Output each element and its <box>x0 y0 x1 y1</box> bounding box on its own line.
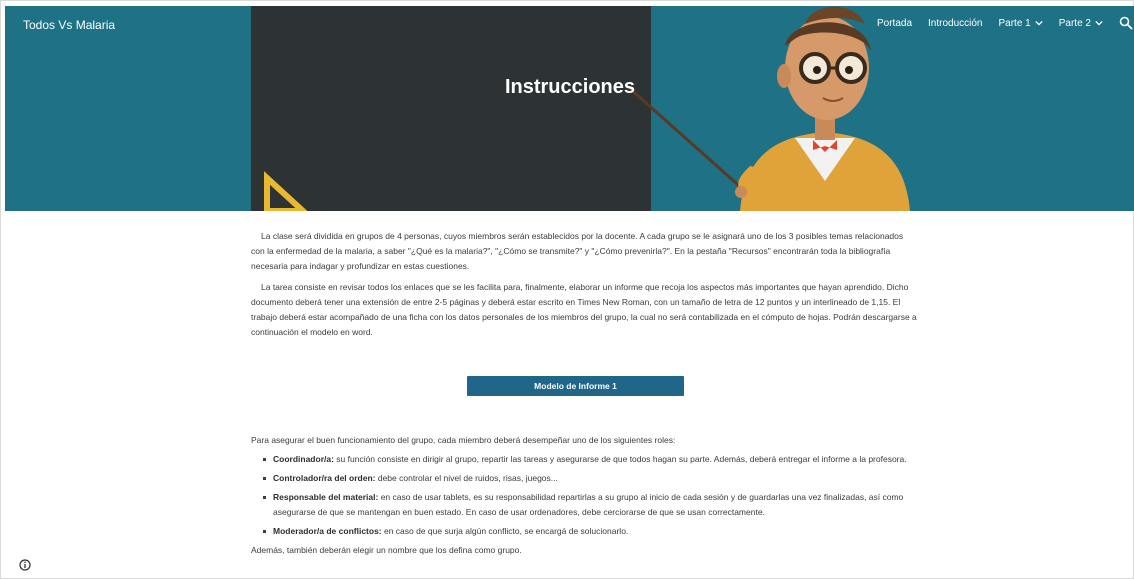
search-icon[interactable] <box>1119 16 1133 30</box>
nav-item-parte-2[interactable]: Parte 2 <box>1059 18 1103 29</box>
list-item: Coordinador/a: su función consiste en di… <box>261 452 921 467</box>
roles-section: Para asegurar el buen funcionamiento del… <box>251 433 921 558</box>
nav-item-portada[interactable]: Portada <box>877 18 912 29</box>
top-nav: Portada Introducción Parte 1 Parte 2 <box>877 16 1134 30</box>
chevron-down-icon <box>1035 20 1043 26</box>
nav-item-parte-1[interactable]: Parte 1 <box>999 18 1043 29</box>
nav-item-introduccion[interactable]: Introducción <box>928 18 982 29</box>
paragraph-1: La clase será dividida en grupos de 4 pe… <box>251 231 904 271</box>
download-report-model-button[interactable]: Modelo de Informe 1 <box>467 376 684 396</box>
instructions-text: La clase será dividida en grupos de 4 pe… <box>251 229 919 346</box>
site-title[interactable]: Todos Vs Malaria <box>23 18 115 32</box>
list-item: Controlador/ra del orden: debe controlar… <box>261 471 921 486</box>
chevron-down-icon <box>1095 20 1103 26</box>
roles-outro: Además, también deberán elegir un nombre… <box>251 545 522 555</box>
list-item: Responsable del material: en caso de usa… <box>261 490 921 520</box>
list-item: Moderador/a de conflictos: en caso de qu… <box>261 524 921 539</box>
info-icon[interactable] <box>19 559 31 571</box>
teacher-illustration <box>264 6 910 211</box>
page-title: Instrucciones <box>504 76 636 98</box>
roles-list: Coordinador/a: su función consiste en di… <box>261 452 921 539</box>
header-banner: Instrucciones Todos Vs Malaria Portada I… <box>5 6 1134 211</box>
button-wrapper: Modelo de Informe 1 <box>467 376 684 396</box>
paragraph-2: La tarea consiste en revisar todos los e… <box>251 282 917 337</box>
roles-intro: Para asegurar el buen funcionamiento del… <box>251 435 676 445</box>
page: Instrucciones Todos Vs Malaria Portada I… <box>0 0 1134 579</box>
